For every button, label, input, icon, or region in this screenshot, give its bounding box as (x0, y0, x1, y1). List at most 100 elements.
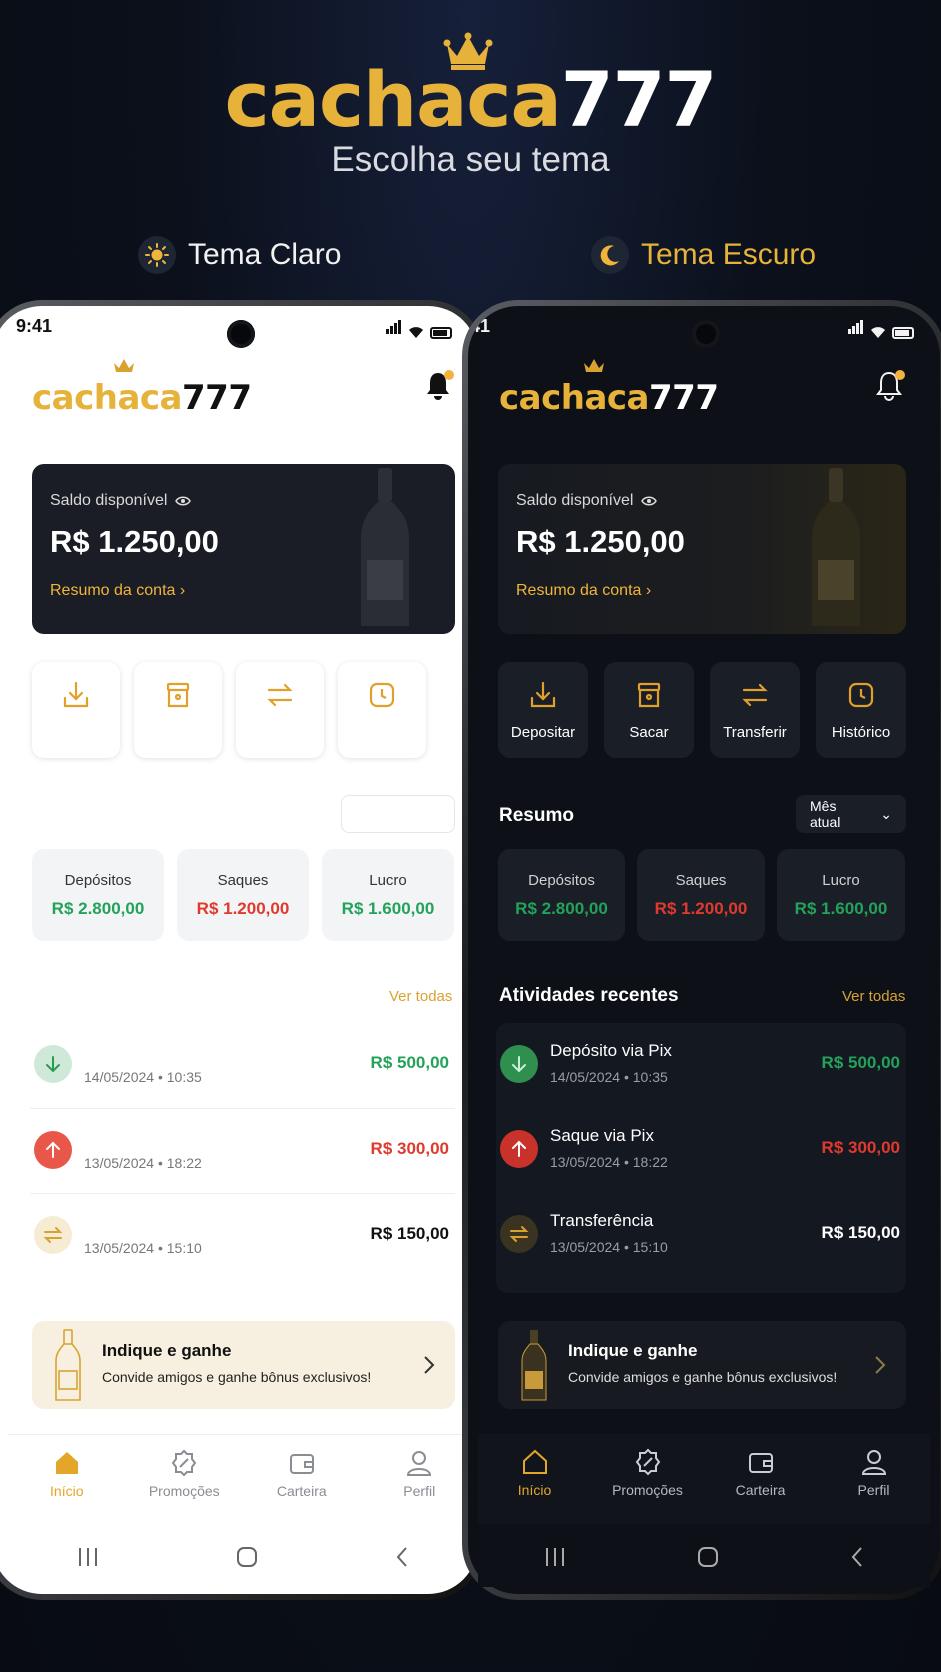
referral-title: Indique e ganhe (102, 1341, 232, 1360)
nav-profile-label: Perfil (403, 1483, 436, 1499)
period-label: Mês atual (810, 798, 841, 830)
list-item[interactable]: Saque via Pix 13/05/2024 • 18:22 R$ 300,… (496, 1108, 906, 1193)
referral-banner[interactable]: Indique e ganhe Convide amigos e ganhe b… (498, 1321, 906, 1409)
history-icon (369, 682, 395, 707)
withdraw-button[interactable]: Sacar (604, 662, 694, 758)
recent-apps-icon[interactable] (76, 1546, 100, 1568)
transfer-button[interactable]: Transferir (710, 662, 800, 758)
chevron-right-icon (424, 1356, 435, 1374)
summary-title: Resumo (499, 805, 574, 826)
referral-banner[interactable]: Indique e ganhe Convide amigos e ganhe b… (32, 1321, 455, 1409)
period-select[interactable]: Mês atual ⌄ (796, 795, 906, 833)
recent-activity-title: Atividades recentes (32, 985, 212, 1006)
list-item[interactable]: Transferência 13/05/2024 • 15:10 R$ 150,… (30, 1193, 455, 1278)
bottle-icon (521, 1330, 547, 1401)
nav-promotions[interactable]: Promoções (598, 1434, 698, 1524)
bottom-nav: Início Promoções Carteira Perfil (478, 1434, 930, 1524)
summary-card-deposits: Depósitos R$ 2.800,00 (498, 849, 625, 941)
nav-wallet-label: Carteira (735, 1482, 786, 1498)
theme-dark-option[interactable]: Tema Escuro (591, 236, 816, 274)
activity-title: Saque via Pix (550, 1126, 654, 1145)
bottle-icon (55, 1329, 81, 1401)
front-camera (692, 320, 720, 348)
see-all-link[interactable]: Ver todas (842, 988, 905, 1005)
bottom-nav: Início Promoções Carteira Perfil (8, 1434, 478, 1524)
notification-bell-icon[interactable] (875, 370, 905, 402)
summary-profit-label: Lucro (822, 871, 860, 889)
recent-apps-icon[interactable] (543, 1546, 567, 1568)
nav-home[interactable]: Início (17, 1435, 117, 1524)
nav-promotions-label: Promoções (612, 1482, 683, 1498)
theme-light-option[interactable]: Tema Claro (138, 236, 341, 274)
quick-actions: Depositar Sacar Transferir Histórico (498, 662, 906, 758)
activity-amount: R$ 500,00 (821, 1053, 900, 1072)
home-button-icon[interactable] (696, 1545, 720, 1569)
referral-subtitle: Convide amigos e ganhe bônus exclusivos! (568, 1369, 838, 1385)
status-time: 41 (470, 316, 491, 336)
signal-icon (386, 318, 402, 339)
account-summary-link[interactable]: Resumo da conta › (50, 582, 185, 600)
history-label: Histórico (352, 723, 412, 741)
summary-deposits-label: Depósitos (64, 871, 132, 889)
summary-card-profit: Lucro R$ 1.600,00 (777, 849, 905, 941)
withdraw-box-icon (166, 682, 190, 707)
account-summary-link[interactable]: Resumo da conta › (516, 582, 651, 600)
transfer-arrows-icon (267, 683, 293, 706)
summary-withdrawals-label: Saques (675, 871, 727, 889)
activity-title: Depósito via Pix (84, 1041, 206, 1060)
activity-date: 13/05/2024 • 15:10 (84, 1240, 202, 1256)
activity-amount: R$ 150,00 (370, 1224, 449, 1243)
nav-profile-label: Perfil (857, 1482, 890, 1498)
summary-withdrawals-value: R$ 1.200,00 (196, 898, 290, 918)
battery-icon (892, 327, 914, 339)
nav-promotions[interactable]: Promoções (134, 1435, 234, 1524)
activity-title: Depósito via Pix (550, 1041, 672, 1060)
sun-icon (138, 236, 176, 274)
withdraw-button[interactable]: Sacar (134, 662, 222, 758)
user-icon (407, 1451, 432, 1476)
referral-subtitle: Convide amigos e ganhe bônus exclusivos! (102, 1369, 372, 1385)
list-item[interactable]: Saque via Pix 13/05/2024 • 18:22 R$ 300,… (30, 1108, 455, 1193)
transfer-button[interactable]: Transferir (236, 662, 324, 758)
battery-icon (430, 327, 452, 339)
account-summary-label: Resumo da conta (50, 582, 176, 599)
nav-profile[interactable]: Perfil (369, 1435, 469, 1524)
eye-icon[interactable] (175, 495, 192, 507)
deposit-button[interactable]: Depositar (32, 662, 120, 758)
nav-home[interactable]: Início (485, 1434, 585, 1524)
nav-profile[interactable]: Perfil (824, 1434, 924, 1524)
back-icon[interactable] (394, 1545, 410, 1569)
recent-activity-list: Depósito via Pix 14/05/2024 • 10:35 R$ 5… (30, 1023, 455, 1278)
see-all-link[interactable]: Ver todas (389, 988, 452, 1005)
list-item[interactable]: Transferência 13/05/2024 • 15:10 R$ 150,… (496, 1193, 906, 1278)
period-select[interactable]: Mês atual ⌄ (341, 795, 455, 833)
deposit-label: Depositar (510, 723, 576, 741)
activity-date: 14/05/2024 • 10:35 (84, 1069, 202, 1085)
list-item[interactable]: Depósito via Pix 14/05/2024 • 10:35 R$ 5… (30, 1023, 455, 1108)
chevron-down-icon: ⌄ (427, 805, 440, 822)
nav-wallet[interactable]: Carteira (711, 1434, 811, 1524)
deposit-button[interactable]: Depositar (498, 662, 588, 758)
wallet-icon (289, 1454, 314, 1474)
nav-wallet[interactable]: Carteira (252, 1435, 352, 1524)
summary-card-profit: Lucro R$ 1.600,00 (322, 849, 454, 941)
download-icon (63, 681, 89, 707)
back-icon[interactable] (849, 1545, 865, 1569)
home-button-icon[interactable] (235, 1545, 259, 1569)
theme-light-label: Tema Claro (188, 238, 342, 271)
recent-activity-title: Atividades recentes (499, 985, 679, 1006)
account-summary-label: Resumo da conta (516, 582, 642, 599)
front-camera (227, 320, 255, 348)
promo-badge-icon (635, 1448, 660, 1476)
history-button[interactable]: Histórico (338, 662, 426, 758)
eye-icon[interactable] (641, 495, 658, 507)
nav-promotions-label: Promoções (148, 1483, 220, 1499)
system-nav (8, 1527, 478, 1587)
summary-deposits-value: R$ 2.800,00 (515, 898, 608, 918)
balance-value: R$ 1.250,00 (516, 524, 685, 559)
moon-icon (591, 236, 629, 274)
brand-logo-part1: cachaca (224, 55, 562, 144)
history-button[interactable]: Histórico (816, 662, 906, 758)
list-item[interactable]: Depósito via Pix 14/05/2024 • 10:35 R$ 5… (496, 1023, 906, 1108)
activity-amount: R$ 300,00 (821, 1138, 900, 1157)
